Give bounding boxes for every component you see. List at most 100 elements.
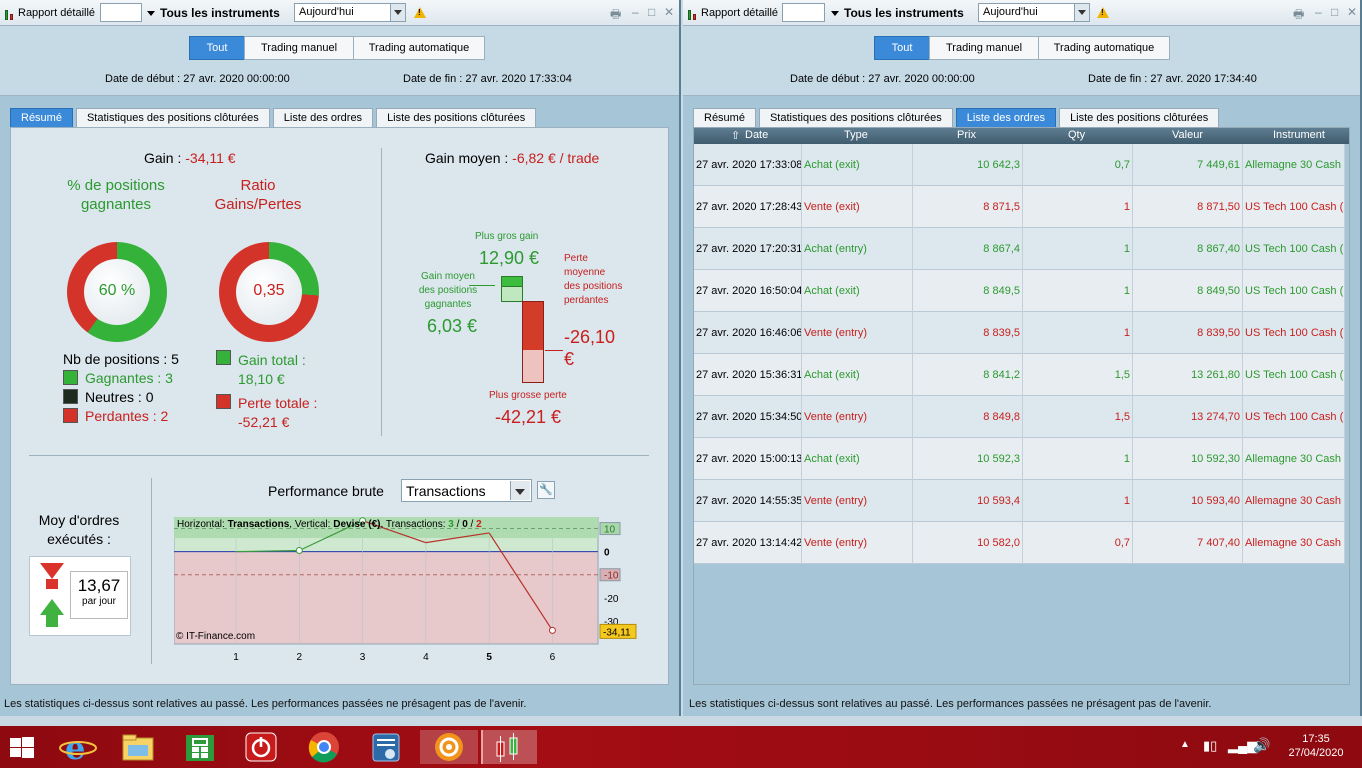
- left-filter-bar: Tout Trading manuel Trading automatique …: [0, 26, 679, 96]
- ratio-value: 0,35: [253, 282, 285, 299]
- col-value[interactable]: Valeur: [1172, 129, 1203, 141]
- cell-instr: Allemagne 30 Cash ...: [1243, 480, 1345, 522]
- auto-trading-button[interactable]: Trading automatique: [353, 36, 485, 60]
- svg-text:e: e: [65, 730, 85, 764]
- table-row[interactable]: 27 avr. 2020 15:00:13 Achat (exit) 10 592,…: [694, 438, 1345, 480]
- warning-icon[interactable]: [1097, 7, 1109, 18]
- close-icon[interactable]: ✕: [664, 5, 674, 19]
- table-row[interactable]: 27 avr. 2020 17:33:08 Achat (exit) 10 642,…: [694, 144, 1345, 186]
- minimize-icon[interactable]: –: [1315, 5, 1322, 19]
- windows-start-icon[interactable]: [0, 730, 44, 764]
- cell-prix: 10 592,3: [913, 438, 1023, 480]
- auto-trading-button[interactable]: Trading automatique: [1038, 36, 1170, 60]
- left-report-window: Rapport détaillé Tous les instruments Au…: [0, 0, 681, 716]
- winners-swatch: [63, 370, 78, 385]
- cell-prix: 8 839,5: [913, 312, 1023, 354]
- show-hidden-icons[interactable]: ▲: [1180, 739, 1190, 750]
- cell-prix: 10 642,3: [913, 144, 1023, 186]
- y-tick-label: -20: [604, 594, 619, 605]
- all-button[interactable]: Tout: [189, 36, 245, 60]
- disclaimer: Les statistiques ci-dessus sont relative…: [4, 698, 527, 710]
- table-row[interactable]: 27 avr. 2020 15:34:50 Vente (entry) 8 849,…: [694, 396, 1345, 438]
- instruments-dropdown[interactable]: Tous les instruments: [831, 6, 964, 20]
- table-row[interactable]: 27 avr. 2020 17:28:43 Vente (exit) 8 871,5…: [694, 186, 1345, 228]
- all-button[interactable]: Tout: [874, 36, 930, 60]
- close-icon[interactable]: ✕: [1347, 5, 1357, 19]
- cell-instr: US Tech 100 Cash (...: [1243, 354, 1345, 396]
- file-explorer-icon[interactable]: [116, 730, 160, 764]
- control-panel-icon[interactable]: [364, 730, 408, 764]
- avg-gain-line: Gain moyen : -6,82 € / trade: [425, 150, 600, 166]
- settings-wheel-icon[interactable]: [420, 730, 478, 764]
- taskbar: e ▲ ▮▯ ▂▄▆ 🔊 17:35 27/04/2020: [0, 726, 1362, 768]
- cell-prix: 8 841,2: [913, 354, 1023, 396]
- worst-loss-value: -42,21 €: [495, 407, 562, 427]
- cell-type: Achat (entry): [802, 228, 913, 270]
- chart-copyright: © IT-Finance.com: [176, 631, 256, 642]
- manual-trading-button[interactable]: Trading manuel: [244, 36, 354, 60]
- right-tabs: Résumé Statistiques des positions clôtur…: [693, 108, 1222, 128]
- cell-date: 27 avr. 2020 14:55:35: [694, 480, 802, 522]
- table-row[interactable]: 27 avr. 2020 17:20:31 Achat (entry) 8 867,…: [694, 228, 1345, 270]
- report-name-field[interactable]: [100, 3, 142, 22]
- tab-closed-positions[interactable]: Liste des positions clôturées: [376, 108, 537, 128]
- candlestick-icon: [4, 6, 16, 20]
- col-instrument[interactable]: Instrument: [1273, 129, 1325, 141]
- print-icon[interactable]: 🖶: [1293, 5, 1304, 26]
- cell-type: Vente (entry): [802, 396, 913, 438]
- instruments-dropdown[interactable]: Tous les instruments: [147, 6, 280, 20]
- report-name-field[interactable]: [782, 3, 825, 22]
- power-app-icon[interactable]: [240, 730, 284, 764]
- manual-trading-button[interactable]: Trading manuel: [929, 36, 1039, 60]
- cell-valeur: 10 592,30: [1133, 438, 1243, 480]
- gain-bar: [501, 276, 523, 302]
- table-row[interactable]: 27 avr. 2020 16:46:06 Vente (entry) 8 839,…: [694, 312, 1345, 354]
- perf-mode-select[interactable]: Transactions: [401, 479, 532, 502]
- tab-summary[interactable]: Résumé: [693, 108, 756, 128]
- sort-up-icon[interactable]: ⇧: [731, 129, 740, 142]
- cell-valeur: 8 871,50: [1133, 186, 1243, 228]
- maximize-icon[interactable]: □: [648, 5, 655, 19]
- tab-orders[interactable]: Liste des ordres: [272, 108, 374, 128]
- period-select[interactable]: Aujourd'hui: [978, 3, 1090, 22]
- ratio-donut: 0,35: [219, 242, 319, 342]
- minimize-icon[interactable]: –: [632, 5, 639, 19]
- orders-label: Moy d'ordres exécutés :: [38, 512, 120, 547]
- col-type[interactable]: Type: [844, 129, 868, 141]
- right-filter-bar: Tout Trading manuel Trading automatique …: [683, 26, 1360, 96]
- disclaimer: Les statistiques ci-dessus sont relative…: [689, 698, 1212, 710]
- chrome-icon[interactable]: [302, 730, 346, 764]
- table-row[interactable]: 27 avr. 2020 13:14:42 Vente (entry) 10 582…: [694, 522, 1345, 564]
- col-qty[interactable]: Qty: [1068, 129, 1085, 141]
- tab-summary[interactable]: Résumé: [10, 108, 73, 128]
- cell-valeur: 7 449,61: [1133, 144, 1243, 186]
- tab-orders[interactable]: Liste des ordres: [955, 108, 1057, 128]
- warning-icon[interactable]: [414, 7, 426, 18]
- store-icon[interactable]: [178, 730, 222, 764]
- tab-closed-stats[interactable]: Statistiques des positions clôturées: [75, 108, 270, 128]
- table-row[interactable]: 27 avr. 2020 14:55:35 Vente (entry) 10 593…: [694, 480, 1345, 522]
- cell-valeur: 8 849,50: [1133, 270, 1243, 312]
- report-label: Rapport détaillé: [701, 7, 779, 19]
- cell-type: Achat (exit): [802, 438, 913, 480]
- period-select[interactable]: Aujourd'hui: [294, 3, 406, 22]
- tab-closed-positions[interactable]: Liste des positions clôturées: [1059, 108, 1220, 128]
- clock[interactable]: 17:35 27/04/2020: [1280, 733, 1352, 759]
- battery-icon[interactable]: ▮▯: [1203, 738, 1217, 754]
- horizontal-divider: [29, 455, 649, 456]
- orders-table: ⇧ Date Type Prix Qty Valeur Instrument 2…: [693, 127, 1350, 685]
- internet-explorer-icon[interactable]: e: [56, 729, 100, 767]
- tab-closed-stats[interactable]: Statistiques des positions clôturées: [758, 108, 953, 128]
- chevron-down-icon: [390, 4, 405, 21]
- col-date[interactable]: Date: [745, 129, 768, 141]
- x-tick-label: 5: [486, 652, 492, 663]
- trading-app-icon[interactable]: [481, 730, 537, 764]
- print-icon[interactable]: 🖶: [610, 5, 621, 26]
- table-row[interactable]: 27 avr. 2020 16:50:04 Achat (exit) 8 849,5…: [694, 270, 1345, 312]
- maximize-icon[interactable]: □: [1331, 5, 1338, 19]
- table-row[interactable]: 27 avr. 2020 15:36:31 Achat (exit) 8 841,2…: [694, 354, 1345, 396]
- col-price[interactable]: Prix: [957, 129, 976, 141]
- volume-icon[interactable]: 🔊: [1253, 737, 1270, 754]
- cell-type: Vente (entry): [802, 312, 913, 354]
- wrench-icon[interactable]: 🔧: [537, 481, 555, 499]
